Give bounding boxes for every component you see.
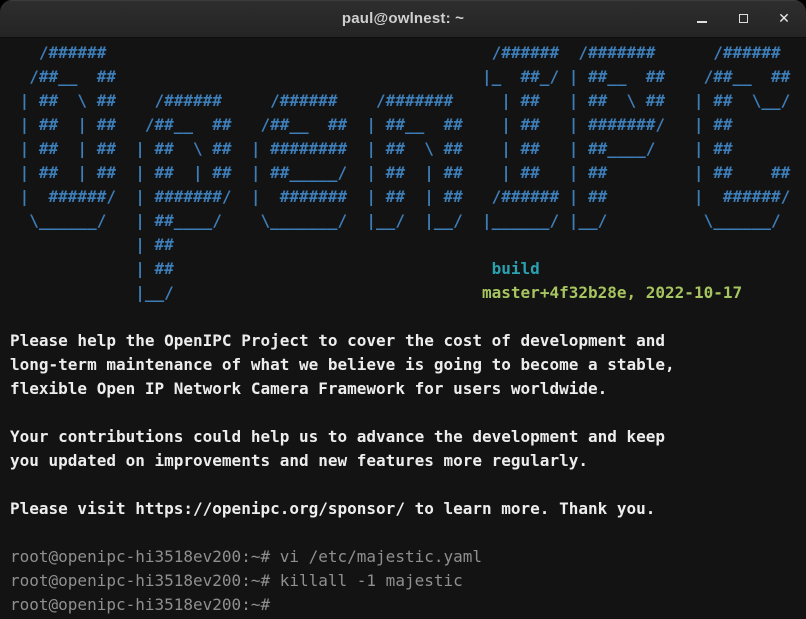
sponsor-text-line: you updated on improvements and new feat… [10, 449, 806, 473]
ascii-art-line: | ## build [10, 257, 806, 281]
ascii-art-line: | ## [10, 233, 806, 257]
minimize-icon [697, 21, 707, 23]
minimize-button[interactable] [690, 7, 714, 31]
close-icon: ✕ [778, 12, 790, 26]
terminal-screen[interactable]: /###### /###### /####### /###### /##__ #… [0, 38, 806, 619]
sponsor-text-line: flexible Open IP Network Camera Framewor… [10, 377, 806, 401]
blank-line [10, 521, 806, 545]
ascii-art-segment: | ## [10, 259, 492, 278]
ascii-art-segment: |__/ [10, 283, 482, 302]
ascii-art-line: /###### /###### /####### /###### [10, 41, 806, 65]
blank-line [10, 401, 806, 425]
ascii-art-line: \______/ | ##____/ \_______/ |__/ |__/ |… [10, 209, 806, 233]
blank-line [10, 305, 806, 329]
window-controls: ✕ [690, 0, 796, 37]
sponsor-url-line: Please visit https://openipc.org/sponsor… [10, 497, 806, 521]
terminal-window: paul@owlnest: ~ ✕ /###### /###### /#####… [0, 0, 806, 619]
ascii-art-line: | ## | ## /##__ ## /##__ ## | ##__ ## | … [10, 113, 806, 137]
build-label: build [492, 259, 540, 278]
window-title: paul@owlnest: ~ [342, 10, 464, 27]
sponsor-text-line: long-term maintenance of what we believe… [10, 353, 806, 377]
sponsor-text-line: Please help the OpenIPC Project to cover… [10, 329, 806, 353]
prompt-line: root@openipc-hi3518ev200:~# killall -1 m… [10, 569, 806, 593]
maximize-icon [739, 14, 748, 23]
ascii-art-line: /##__ ## |_ ##_/ | ##__ ## /##__ ## [10, 65, 806, 89]
maximize-button[interactable] [731, 7, 755, 31]
close-button[interactable]: ✕ [772, 7, 796, 31]
ascii-art-line: |__/ master+4f32b28e, 2022-10-17 [10, 281, 806, 305]
ascii-art-line: | ## | ## | ## | ## | ##_____/ | ## | ##… [10, 161, 806, 185]
firmware-version-text: master+4f32b28e, 2022-10-17 [482, 283, 742, 302]
ascii-art-line: | ######/ | #######/ | ####### | ## | ##… [10, 185, 806, 209]
ascii-art-line: | ## | ## | ## \ ## | ######## | ## \ ##… [10, 137, 806, 161]
prompt-line: root@openipc-hi3518ev200:~# [10, 593, 806, 617]
prompt-line: root@openipc-hi3518ev200:~# vi /etc/maje… [10, 545, 806, 569]
titlebar[interactable]: paul@owlnest: ~ ✕ [0, 0, 806, 38]
blank-line [10, 473, 806, 497]
ascii-art-line: | ## \ ## /###### /###### /####### | ## … [10, 89, 806, 113]
sponsor-text-line: Your contributions could help us to adva… [10, 425, 806, 449]
